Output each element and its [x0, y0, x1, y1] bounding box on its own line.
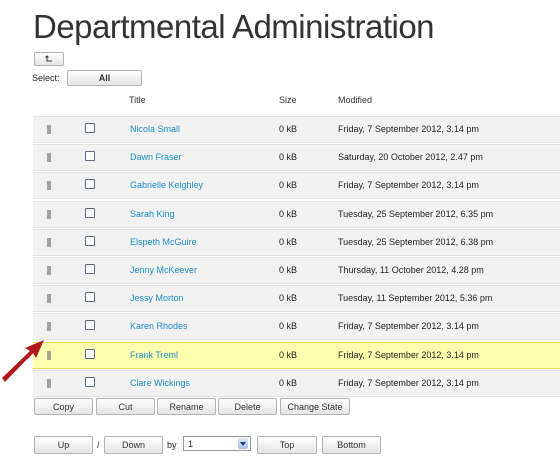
- file-size: 0 kB: [279, 124, 298, 134]
- file-size: 0 kB: [279, 321, 298, 332]
- file-modified: Friday, 7 September 2012, 3.14 pm: [338, 321, 479, 332]
- drag-handle-icon[interactable]: [47, 350, 51, 360]
- dropdown-arrow-icon: [238, 438, 248, 449]
- file-title-link[interactable]: Nicola Small: [130, 124, 180, 134]
- file-modified: Friday, 7 September 2012, 3.14 pm: [338, 377, 479, 388]
- file-modified: Tuesday, 11 September 2012, 5.36 pm: [338, 293, 493, 304]
- drag-handle-icon[interactable]: [47, 209, 51, 219]
- up-level-icon: [45, 55, 52, 62]
- row-checkbox[interactable]: [85, 123, 95, 133]
- file-modified: Friday, 7 September 2012, 3.14 pm: [338, 124, 479, 134]
- row-checkbox[interactable]: [85, 151, 95, 162]
- file-size: 0 kB: [279, 377, 298, 388]
- file-modified: Thursday, 11 October 2012, 4.28 pm: [338, 264, 484, 275]
- column-header-title[interactable]: Title: [129, 95, 146, 105]
- file-modified: Saturday, 20 October 2012, 2.47 pm: [338, 152, 483, 163]
- file-size: 0 kB: [279, 208, 298, 219]
- file-row[interactable]: Nicola Small 0 kB Friday, 7 September 2012…: [33, 116, 560, 143]
- move-bottom-button[interactable]: Bottom: [322, 436, 381, 454]
- drag-handle-icon[interactable]: [47, 237, 51, 247]
- select-all-button[interactable]: All: [67, 70, 142, 86]
- row-checkbox[interactable]: [85, 235, 95, 246]
- file-row[interactable]: Gabrielle Keighley 0 kB Friday, 7 Septembe…: [33, 172, 560, 200]
- cut-button[interactable]: Cut: [96, 398, 155, 415]
- file-title-link[interactable]: Dawn Fraser: [130, 152, 182, 162]
- file-size: 0 kB: [279, 264, 298, 275]
- file-modified: Friday, 7 September 2012, 3.14 pm: [338, 180, 479, 191]
- order-separator: /: [97, 440, 100, 450]
- row-checkbox[interactable]: [85, 376, 95, 387]
- file-title-link[interactable]: Jenny McKeever: [130, 265, 197, 275]
- file-size: 0 kB: [279, 293, 298, 304]
- delete-button[interactable]: Delete: [218, 398, 277, 415]
- move-down-button[interactable]: Down: [104, 436, 163, 454]
- by-label: by: [167, 440, 177, 450]
- file-title-link[interactable]: Gabrielle Keighley: [130, 180, 203, 190]
- file-row[interactable]: Jessy Morton 0 kB Tuesday, 11 September 20…: [33, 285, 560, 313]
- drag-handle-icon[interactable]: [47, 181, 51, 191]
- column-header-modified[interactable]: Modified: [338, 95, 372, 105]
- file-title-link[interactable]: Karen Rhodes: [130, 321, 188, 331]
- rename-button[interactable]: Rename: [157, 398, 216, 415]
- file-title-link[interactable]: Jessy Morton: [130, 293, 184, 303]
- file-row[interactable]: Clare Wickings 0 kB Friday, 7 September 20…: [33, 369, 560, 397]
- row-checkbox[interactable]: [85, 263, 95, 274]
- row-checkbox[interactable]: [85, 207, 95, 218]
- row-checkbox[interactable]: [85, 179, 95, 190]
- file-title-link[interactable]: Sarah King: [130, 209, 175, 219]
- drag-handle-icon[interactable]: [47, 265, 51, 275]
- copy-button[interactable]: Copy: [34, 398, 93, 415]
- file-row[interactable]: Jenny McKeever 0 kB Thursday, 11 October 2…: [33, 256, 560, 284]
- drag-handle-icon[interactable]: [47, 125, 51, 134]
- change-state-button[interactable]: Change State: [280, 398, 350, 415]
- move-up-button[interactable]: Up: [34, 436, 93, 454]
- file-title-link[interactable]: Elspeth McGuire: [130, 237, 197, 247]
- file-size: 0 kB: [279, 236, 298, 247]
- row-checkbox[interactable]: [85, 348, 95, 359]
- file-size: 0 kB: [279, 152, 298, 163]
- file-row[interactable]: Dawn Fraser 0 kB Saturday, 20 October 2012…: [33, 144, 560, 172]
- file-size: 0 kB: [279, 180, 298, 191]
- file-row[interactable]: Karen Rhodes 0 kB Friday, 7 September 2012…: [33, 313, 560, 341]
- file-size: 0 kB: [279, 349, 298, 360]
- file-title-link[interactable]: Clare Wickings: [130, 378, 190, 388]
- page-title: Departmental Administration: [33, 8, 435, 45]
- drag-handle-icon[interactable]: [47, 322, 51, 332]
- file-modified: Friday, 7 September 2012, 3.14 pm: [338, 349, 479, 360]
- file-modified: Tuesday, 25 September 2012, 6.38 pm: [338, 236, 494, 247]
- column-header-size[interactable]: Size: [279, 95, 297, 105]
- file-modified: Tuesday, 25 September 2012, 6.35 pm: [338, 208, 494, 219]
- file-list: Nicola Small 0 kB Friday, 7 September 2012…: [33, 116, 560, 398]
- file-row[interactable]: Elspeth McGuire 0 kB Tuesday, 25 September…: [33, 228, 560, 256]
- drag-handle-icon[interactable]: [47, 153, 51, 163]
- drag-handle-icon[interactable]: [47, 294, 51, 304]
- file-row[interactable]: Frank Treml 0 kB Friday, 7 September 2012,…: [33, 341, 560, 369]
- row-checkbox[interactable]: [85, 320, 95, 331]
- move-by-value: 1: [188, 439, 194, 449]
- drag-handle-icon[interactable]: [47, 378, 51, 388]
- move-top-button[interactable]: Top: [257, 436, 317, 454]
- file-title-link[interactable]: Frank Treml: [130, 350, 178, 360]
- file-row[interactable]: Sarah King 0 kB Tuesday, 25 September 2012…: [33, 200, 560, 228]
- row-checkbox[interactable]: [85, 292, 95, 303]
- move-by-select[interactable]: 1: [183, 436, 251, 451]
- select-label: Select:: [32, 73, 60, 83]
- up-level-button[interactable]: [34, 52, 64, 66]
